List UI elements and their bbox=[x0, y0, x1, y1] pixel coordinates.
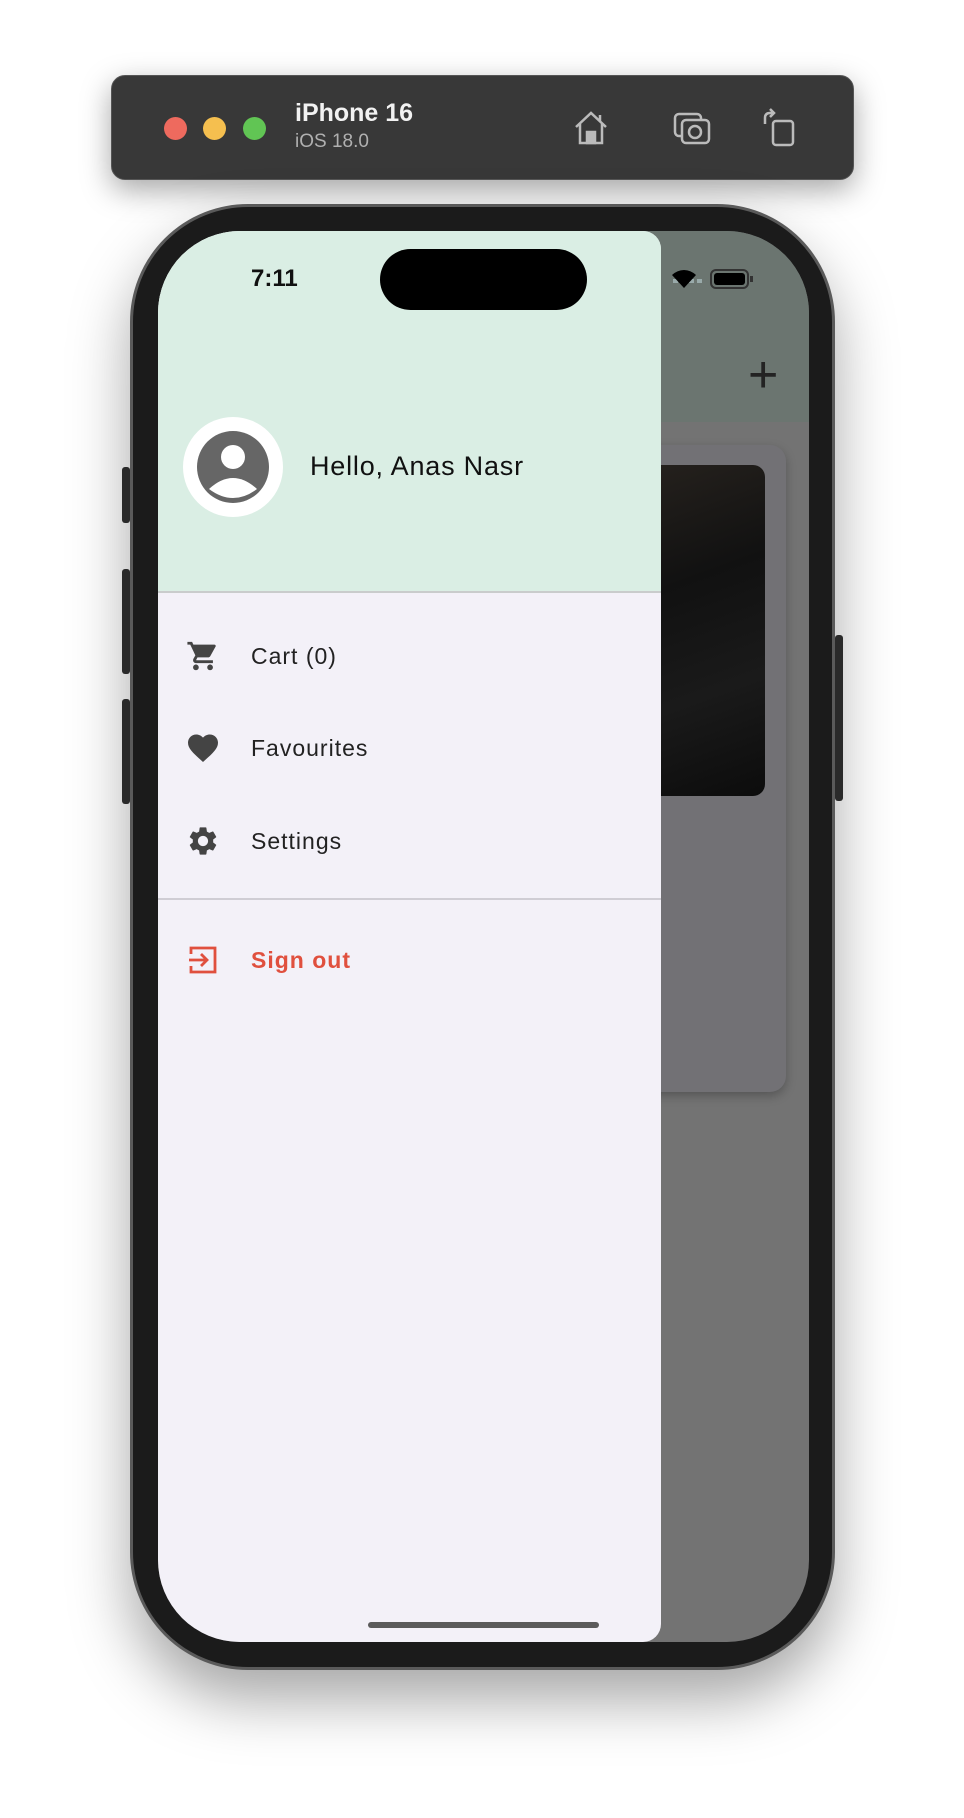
drawer-item-label: Favourites bbox=[251, 734, 369, 761]
os-version: iOS 18.0 bbox=[295, 131, 369, 152]
gear-icon bbox=[189, 827, 217, 855]
drawer-divider bbox=[158, 898, 661, 900]
navigation-drawer: 7:11 Hello, Anas Nasr Cart (0) Favourite… bbox=[158, 231, 661, 1642]
drawer-item-label: Cart (0) bbox=[251, 642, 337, 669]
volume-down-button bbox=[122, 699, 130, 804]
screenshot-icon[interactable] bbox=[672, 108, 712, 148]
drawer-item-cart[interactable]: Cart (0) bbox=[158, 616, 661, 696]
drawer-item-label: Settings bbox=[251, 827, 343, 854]
wifi-icon bbox=[672, 270, 696, 288]
logout-icon bbox=[189, 946, 217, 974]
power-button bbox=[835, 635, 843, 801]
home-icon[interactable] bbox=[571, 108, 611, 148]
minimize-window-button[interactable] bbox=[203, 117, 226, 140]
rotate-icon[interactable] bbox=[759, 108, 799, 148]
home-indicator[interactable] bbox=[368, 1622, 599, 1628]
account-circle-icon bbox=[197, 431, 269, 503]
close-window-button[interactable] bbox=[164, 117, 187, 140]
action-button bbox=[122, 467, 130, 523]
device-name: iPhone 16 bbox=[295, 99, 414, 127]
sign-out-button[interactable]: Sign out bbox=[158, 920, 661, 1000]
heart-icon bbox=[188, 734, 218, 763]
sign-out-label: Sign out bbox=[251, 946, 351, 973]
dynamic-island bbox=[380, 249, 587, 310]
zoom-window-button[interactable] bbox=[243, 117, 266, 140]
drawer-item-settings[interactable]: Settings bbox=[158, 801, 661, 881]
status-time: 7:11 bbox=[251, 265, 298, 292]
drawer-item-favourites[interactable]: Favourites bbox=[158, 708, 661, 788]
avatar[interactable] bbox=[183, 417, 283, 517]
add-icon[interactable]: + bbox=[748, 349, 778, 401]
greeting: Hello, Anas Nasr bbox=[310, 451, 524, 481]
drawer-header: 7:11 Hello, Anas Nasr bbox=[158, 231, 661, 593]
phone-screen: + ••• 7:11 Hello, Anas Nasr Cart (0) Fav… bbox=[158, 231, 809, 1642]
volume-up-button bbox=[122, 569, 130, 674]
battery-icon bbox=[710, 269, 753, 289]
cart-icon bbox=[187, 641, 216, 671]
simulator-toolbar: iPhone 16 iOS 18.0 bbox=[111, 75, 854, 180]
